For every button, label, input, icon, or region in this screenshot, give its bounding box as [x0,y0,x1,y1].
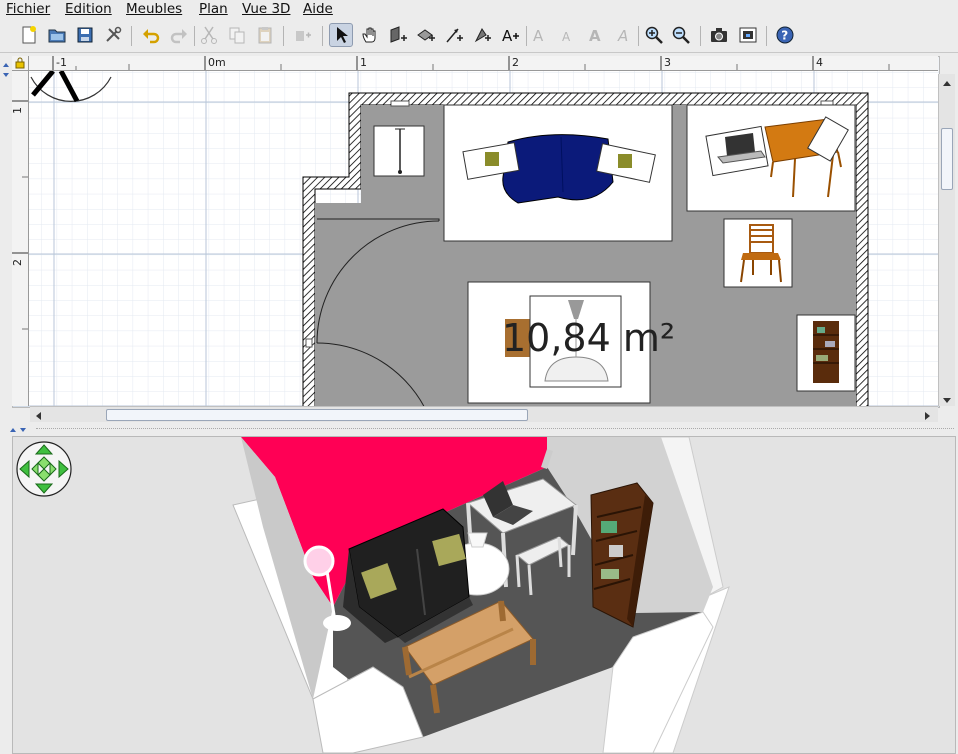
ruler-label: -1 [56,56,67,69]
plan-horizontal-scrollbar[interactable] [30,406,938,423]
create-video-icon[interactable] [736,23,760,47]
plan-vertical-scrollbar[interactable] [938,74,955,406]
expand-arrow-icon[interactable] [2,68,10,77]
scroll-up-icon[interactable] [942,76,952,91]
horizontal-ruler: -1 0m 1 2 3 4 [12,56,938,71]
svg-text:?: ? [781,29,788,43]
desk-icon [686,104,856,212]
redo-icon[interactable] [167,23,191,47]
lock-icon [15,57,25,69]
svg-text:A: A [562,30,571,44]
floor-lamp-icon [373,125,425,177]
plan-canvas[interactable]: 10,84 m² [13,57,939,407]
increase-text-icon[interactable]: A [529,23,553,47]
plan-view[interactable]: 10,84 m² [12,56,940,408]
sofa-icon [443,104,673,242]
menu-vue-3d[interactable]: Vue 3D [242,1,290,17]
ruler-label: 4 [816,56,823,69]
preferences-icon[interactable] [101,23,125,47]
menu-aide[interactable]: Aide [303,1,333,17]
horizontal-scroll-thumb[interactable] [106,409,528,421]
expand-arrow-icon [20,428,26,432]
save-icon[interactable] [73,23,97,47]
ruler-label: 2 [512,56,519,69]
bookcase-icon [796,314,856,392]
ruler-label: 0m [208,56,226,69]
3d-canvas[interactable] [13,437,955,753]
new-home-icon[interactable] [17,23,41,47]
add-text-icon[interactable]: A [498,23,522,47]
ruler-label: 1 [12,107,24,114]
menu-plan[interactable]: Plan [199,1,228,17]
svg-text:A: A [533,27,544,45]
ruler-corner [12,56,29,71]
paste-icon[interactable] [253,23,277,47]
select-mode-icon[interactable] [329,23,353,47]
svg-text:A: A [502,27,513,45]
menu-edition[interactable]: Edition [65,1,112,17]
ruler-label: 2 [12,259,24,266]
decrease-text-icon[interactable]: A [556,23,580,47]
vertical-scroll-thumb[interactable] [941,128,953,190]
zoom-in-icon[interactable] [642,23,666,47]
zoom-out-icon[interactable] [669,23,693,47]
collapse-arrow-icon[interactable] [2,58,10,67]
scroll-down-icon[interactable] [942,394,952,409]
open-icon[interactable] [45,23,69,47]
create-labels-icon[interactable] [470,23,494,47]
chair-icon [723,218,793,288]
create-walls-icon[interactable] [386,23,410,47]
undo-icon[interactable] [139,23,163,47]
svg-text:A: A [617,27,628,45]
3d-view[interactable] [12,436,956,754]
add-furniture-icon[interactable] [290,23,314,47]
menu-fichier[interactable]: Fichier [6,1,50,17]
ruler-label: 1 [360,56,367,69]
collapse-arrow-icon [10,428,16,432]
menu-bar: Fichier Edition Meubles Plan Vue 3D Aide [0,0,958,20]
vertical-ruler: 1 2 [12,70,29,406]
bold-text-icon[interactable]: A [584,23,608,47]
svg-text:A: A [589,27,601,45]
navigation-arrows-icon [16,441,72,497]
cut-icon[interactable] [197,23,221,47]
help-icon[interactable]: ? [773,23,797,47]
create-dimensions-icon[interactable] [442,23,466,47]
room-area-label: 10,84 m² [502,316,675,360]
create-photo-icon[interactable] [707,23,731,47]
split-pane-divider[interactable] [0,422,958,436]
copy-icon[interactable] [225,23,249,47]
italic-text-icon[interactable]: A [612,23,636,47]
ruler-label: 3 [664,56,671,69]
pan-mode-icon[interactable] [358,23,382,47]
menu-meubles[interactable]: Meubles [126,1,182,17]
create-rooms-icon[interactable] [414,23,438,47]
toolbar: A A A A A ? [0,20,958,53]
